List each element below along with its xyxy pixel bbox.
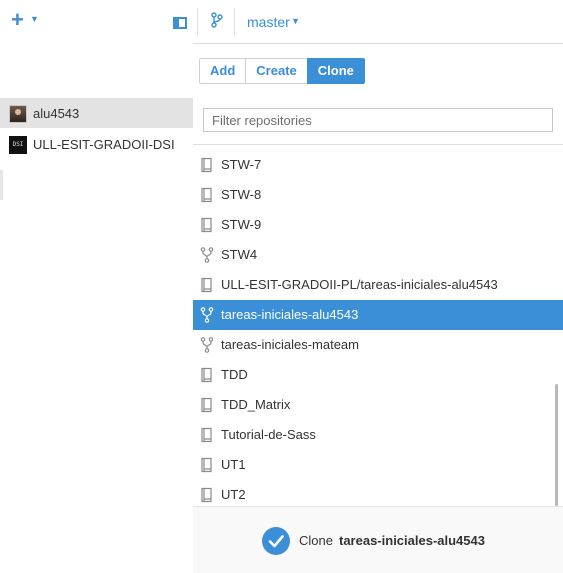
account-label: ULL-ESIT-GRADOII-DSI — [33, 137, 175, 152]
tab-add[interactable]: Add — [199, 58, 247, 84]
list-item[interactable]: TDD — [193, 360, 563, 390]
repo-label: tareas-iniciales-mateam — [221, 337, 359, 352]
list-item[interactable]: UT1 — [193, 450, 563, 480]
repo-icon — [200, 157, 214, 173]
repo-icon — [200, 187, 214, 203]
sidebar-resize-edge — [0, 170, 3, 200]
list-item[interactable]: Tutorial-de-Sass — [193, 420, 563, 450]
repo-label: STW4 — [221, 247, 258, 262]
list-item[interactable]: tareas-iniciales-mateam — [193, 330, 563, 360]
list-item[interactable]: STW-7 — [193, 150, 563, 180]
toggle-sidebar-icon[interactable] — [173, 17, 187, 29]
account-item-ull-esit-gradoii-dsi[interactable]: DSI ULL-ESIT-GRADOII-DSI — [0, 129, 193, 159]
repo-label: ULL-ESIT-GRADOII-PL/tareas-iniciales-alu… — [221, 277, 498, 292]
toolbar-divider — [234, 8, 235, 36]
repo-icon — [200, 457, 214, 473]
add-plus-icon[interactable]: + — [11, 8, 24, 32]
repo-label: Tutorial-de-Sass — [221, 427, 316, 442]
accounts-sidebar: alu4543 DSI ULL-ESIT-GRADOII-DSI — [0, 43, 193, 572]
repo-label: STW-7 — [221, 157, 262, 172]
toolbar-divider — [197, 8, 198, 36]
fork-icon — [200, 307, 214, 323]
list-item[interactable]: ULL-ESIT-GRADOII-PL/tareas-iniciales-alu… — [193, 270, 563, 300]
top-toolbar: + ▼ master ▼ — [0, 0, 563, 44]
repo-label: STW-8 — [221, 187, 262, 202]
fork-icon — [200, 337, 214, 353]
repo-icon — [200, 397, 214, 413]
checkmark-icon — [268, 535, 284, 548]
repo-icon — [200, 367, 214, 383]
repo-label: UT2 — [221, 487, 246, 502]
clone-action-label: Clone — [299, 533, 333, 548]
branch-selector[interactable]: master — [247, 14, 290, 30]
clone-check-button[interactable] — [262, 527, 290, 555]
list-item[interactable]: tareas-iniciales-alu4543 — [193, 300, 563, 330]
tab-create[interactable]: Create — [245, 58, 308, 84]
repo-icon — [200, 427, 214, 443]
clone-footer: Clone tareas-iniciales-alu4543 — [193, 506, 563, 573]
repo-icon — [200, 277, 214, 293]
mode-tabs: Add Create Clone — [199, 58, 365, 84]
account-label: alu4543 — [33, 106, 80, 121]
list-item[interactable]: STW4 — [193, 240, 563, 270]
account-item-alu4543[interactable]: alu4543 — [0, 98, 193, 128]
list-scrollbar[interactable] — [555, 384, 558, 506]
repo-icon — [200, 217, 214, 233]
org-avatar: DSI — [9, 136, 27, 154]
repo-label: UT1 — [221, 457, 246, 472]
add-dropdown-caret-icon[interactable]: ▼ — [30, 14, 39, 24]
list-divider — [193, 144, 563, 145]
repo-label: STW-9 — [221, 217, 262, 232]
repo-icon — [200, 487, 214, 503]
branch-icon — [211, 12, 223, 31]
clone-panel: Add Create Clone STW-7 STW-8 STW-9 STW4 … — [193, 43, 563, 573]
repository-list: STW-7 STW-8 STW-9 STW4 ULL-ESIT-GRADOII-… — [193, 150, 563, 510]
repo-label: TDD_Matrix — [221, 397, 291, 412]
list-item[interactable]: STW-8 — [193, 180, 563, 210]
repo-label: tareas-iniciales-alu4543 — [221, 307, 359, 322]
clone-target-repo: tareas-iniciales-alu4543 — [339, 533, 485, 548]
list-item[interactable]: STW-9 — [193, 210, 563, 240]
fork-icon — [200, 247, 214, 263]
list-item[interactable]: TDD_Matrix — [193, 390, 563, 420]
user-avatar — [9, 105, 27, 123]
repo-label: TDD — [221, 367, 248, 382]
branch-dropdown-caret-icon[interactable]: ▼ — [291, 16, 300, 26]
filter-repositories-input[interactable] — [203, 108, 553, 132]
tab-clone[interactable]: Clone — [306, 58, 365, 84]
